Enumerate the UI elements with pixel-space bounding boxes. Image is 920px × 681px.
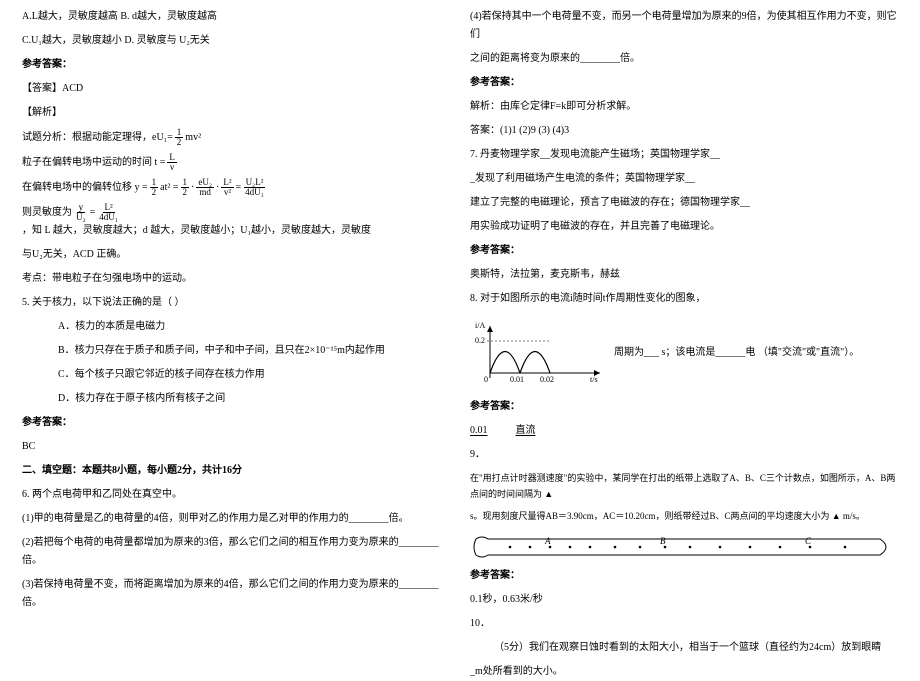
derivation-2: 粒子在偏转电场中运动的时间 t = Lv [22,153,450,172]
ans6: 答案：(1)1 (2)9 (3) (4)3 [470,122,898,140]
q10: 10． [470,615,898,633]
q5-opt-b: B．核力只存在于质子和质子间，中子和中子间，且只在2×10⁻¹⁵m内起作用 [22,342,450,360]
q5-opt-d: D．核力存在于原子核内所有核子之间 [22,390,450,408]
q9b: s。现用刻度尺量得AB＝3.90cm，AC＝10.20cm，则纸带经过B、C两点… [470,508,898,524]
q5-opt-a: A．核力的本质是电磁力 [22,318,450,336]
svg-text:A: A [544,536,551,546]
q8-chart-row: 0.2 0 0.01 0.02 t/s i/A 周期为___ s；该电流是___… [470,314,898,392]
ref-answer-8: 参考答案： [470,398,898,416]
q5: 5. 关于核力，以下说法正确的是（ ） [22,294,450,312]
derivation-1: 试题分析：根据动能定理得，eU₁= 12 mv² [22,128,450,147]
kaodian: 考点：带电粒子在匀强电场中的运动。 [22,270,450,288]
q8: 8. 对于如图所示的电流i随时间t作周期性变化的图象， [470,290,898,308]
ref-answer-6: 参考答案： [470,74,898,92]
q7c: 建立了完整的电磁理论，预言了电磁波的存在；德国物理学家__ [470,194,898,212]
q9: 9． [470,446,898,464]
svg-text:0.2: 0.2 [475,336,485,345]
q6-4a: (4)若保持其中一个电荷量不变，而另一个电荷量增加为原来的9倍，为使其相互作用力… [470,8,898,44]
svg-text:t/s: t/s [590,375,598,384]
svg-text:0: 0 [484,375,488,384]
ans8: 0.01 直流 [470,422,898,440]
q6-3: (3)若保持电荷量不变，而将距离增加为原来的4倍，那么它们之间的作用力变为原来的… [22,576,450,612]
section-2-heading: 二、填空题：本题共8小题，每小题2分，共计16分 [22,462,450,480]
ref-answer-7: 参考答案： [470,242,898,260]
svg-text:C: C [805,536,812,546]
tape-diagram: A B C [470,531,890,563]
q6-2: (2)若把每个电荷的电荷量都增加为原来的3倍，那么它们之间的相互作用力变为原来的… [22,534,450,570]
q7d: 用实验成功证明了电磁波的存在，并且完善了电磁理论。 [470,218,898,236]
q7a: 7. 丹麦物理学家__发现电流能产生磁场；英国物理学家__ [470,146,898,164]
ref-answer-label: 参考答案： [22,56,450,74]
answer-acd: 【答案】ACD [22,80,450,98]
current-time-chart: 0.2 0 0.01 0.02 t/s i/A [470,318,610,388]
analysis-label: 【解析】 [22,104,450,122]
q10b: _m处所看到的大小。 [470,663,898,681]
q5-opt-c: C．每个核子只跟它邻近的核子间存在核力作用 [22,366,450,384]
q6-4b: 之间的距离将变为原来的________倍。 [470,50,898,68]
svg-text:B: B [660,536,666,546]
derivation-5: 与U₂无关，ACD 正确。 [22,246,450,264]
q10a: （5分）我们在观察日蚀时看到的太阳大小，相当于一个篮球（直径约为24cm）放到眼… [470,639,898,657]
derivation-3: 在偏转电场中的偏转位移 y = 12 at² = 12 · eU₂md · L²… [22,178,450,197]
ref-answer-9: 参考答案： [470,567,898,585]
q6-1: (1)甲的电荷量是乙的电荷量的4倍，则甲对乙的作用力是乙对甲的作用力的_____… [22,510,450,528]
q6: 6. 两个点电荷甲和乙同处在真空中。 [22,486,450,504]
ref-answer-5: 参考答案： [22,414,450,432]
q9a: 在"用打点计时器测速度"的实验中，某同学在打出的纸带上选取了A、B、C三个计数点… [470,470,898,502]
ans5: BC [22,438,450,456]
option-c: C. U₁越大，灵敏度越小 D. 灵敏度与 U₂无关 [22,32,450,50]
left-column: A. L越大，灵敏度越高 B. d越大，灵敏度越高 C. U₁越大，灵敏度越小 … [12,8,460,643]
svg-text:0.02: 0.02 [540,375,554,384]
option-a: A. L越大，灵敏度越高 B. d越大，灵敏度越高 [22,8,450,26]
svg-text:i/A: i/A [475,321,485,330]
ans9: 0.1秒，0.63米/秒 [470,591,898,609]
ans7: 奥斯特，法拉第，麦克斯韦，赫兹 [470,266,898,284]
right-column: (4)若保持其中一个电荷量不变，而另一个电荷量增加为原来的9倍，为使其相互作用力… [460,8,908,643]
derivation-4: 则灵敏度为 yU₂ = L²4dU₁ ，知 L 越大，灵敏度越大；d 越大，灵敏… [22,203,450,240]
q7b: _发现了利用磁场产生电流的条件；英国物理学家__ [470,170,898,188]
exp6: 解析：由库仑定律F=k即可分析求解。 [470,98,898,116]
svg-text:0.01: 0.01 [510,375,524,384]
